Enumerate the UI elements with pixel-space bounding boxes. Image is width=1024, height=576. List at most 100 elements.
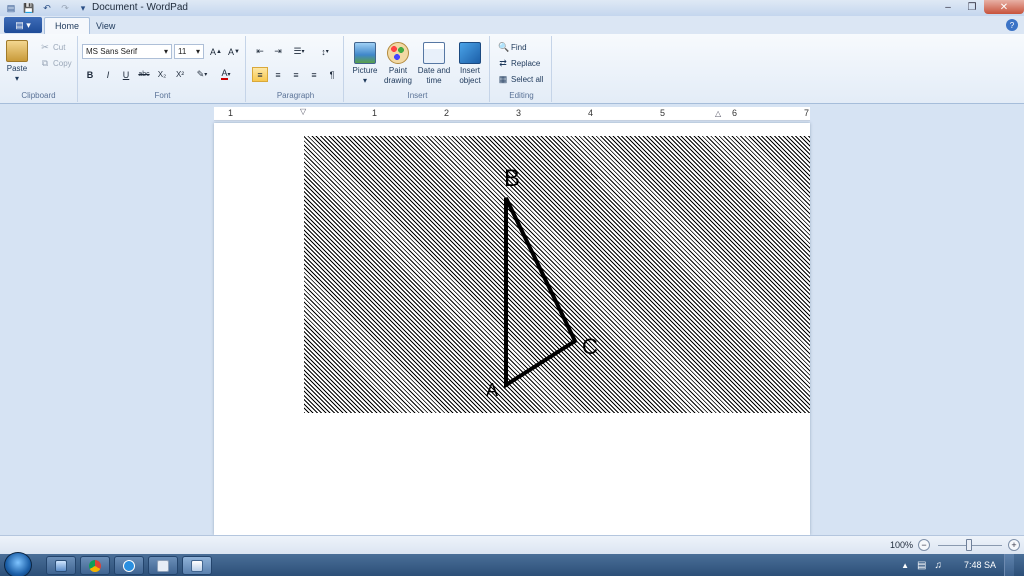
chrome-icon — [89, 559, 101, 572]
ruler-number: 4 — [588, 108, 594, 118]
wordpad-app-icon[interactable]: ▤ — [4, 2, 18, 14]
zoom-in-button[interactable]: + — [1008, 539, 1020, 551]
insert-object-button[interactable]: Insert object — [452, 42, 488, 86]
triangle-drawing: B C A — [486, 165, 598, 400]
highlighter-icon: ✎ — [196, 69, 205, 79]
help-icon[interactable]: ? — [1006, 19, 1018, 31]
font-size-value: 11 — [178, 47, 187, 56]
ribbon-tabs: ▤ ▾ Home View ? — [0, 16, 1024, 34]
font-family-select[interactable]: MS Sans Serif ▾ — [82, 44, 172, 59]
zoom-out-button[interactable]: − — [918, 539, 930, 551]
document-area[interactable]: B C A — [0, 123, 1024, 535]
justify-button[interactable]: ≡ — [306, 67, 322, 82]
vertex-label-c: C — [582, 334, 598, 359]
align-center-button[interactable]: ≡ — [270, 67, 286, 82]
network-icon[interactable]: ▤ — [917, 560, 926, 571]
show-hidden-icons-icon[interactable]: ▲ — [901, 561, 909, 570]
increase-indent-button[interactable]: ⇥ — [270, 44, 286, 59]
replace-icon: ⇄ — [499, 58, 507, 68]
ruler-number: 2 — [444, 108, 450, 118]
tab-home[interactable]: Home — [44, 17, 91, 34]
volume-icon[interactable]: ♫ — [934, 560, 942, 571]
start-button[interactable] — [4, 552, 32, 576]
font-group-label: Font — [154, 91, 171, 100]
text-color-button[interactable]: A ▾ — [216, 67, 236, 82]
redo-icon[interactable]: ↷ — [58, 2, 72, 14]
subscript-button[interactable]: X₂ — [154, 67, 170, 82]
clock[interactable]: 7:48 SA — [964, 560, 996, 570]
paragraph-group: ⇤ ⇥ ☰ ▾ ↕ ▾ ≡ ≡ ≡ ≡ ¶ Paragraph — [248, 36, 344, 102]
superscript-button[interactable]: X² — [172, 67, 188, 82]
maximize-button[interactable]: ❐ — [960, 0, 984, 14]
show-desktop-button[interactable] — [1004, 554, 1014, 576]
save-icon[interactable]: 💾 — [22, 2, 36, 14]
zoom-level: 100% — [890, 540, 914, 550]
paste-label: Paste — [6, 64, 28, 73]
decrease-indent-button[interactable]: ⇤ — [252, 44, 268, 59]
cut-button[interactable]: ✂ Cut — [40, 42, 65, 52]
shrink-font-button[interactable]: A ▼ — [226, 44, 242, 59]
insert-group-label: Insert — [407, 91, 428, 100]
copy-icon: ⧉ — [41, 58, 49, 68]
vertex-label-a: A — [486, 380, 498, 400]
computer-icon — [55, 559, 67, 572]
status-bar: 100% − + — [0, 535, 1024, 554]
picture-button[interactable]: Picture ▾ — [350, 42, 380, 86]
ruler[interactable]: 1 ▽ 1 2 3 4 5 △ 6 7 — [214, 107, 810, 121]
italic-button[interactable]: I — [100, 67, 116, 82]
binoculars-icon: 🔍 — [498, 42, 510, 52]
taskbar-chrome[interactable] — [80, 556, 110, 575]
right-indent-marker[interactable]: △ — [715, 109, 721, 118]
paste-button[interactable]: Paste ▾ — [6, 40, 28, 84]
underline-button[interactable]: U — [118, 67, 134, 82]
replace-button[interactable]: ⇄ Replace — [498, 58, 540, 68]
paragraph-settings-button[interactable]: ¶ — [324, 67, 340, 82]
paint-drawing-label: Paint drawing — [383, 66, 412, 85]
highlight-color-button[interactable]: ✎ ▾ — [192, 67, 212, 82]
tab-view[interactable]: View — [86, 17, 125, 34]
find-button[interactable]: 🔍 Find — [498, 42, 527, 52]
date-time-label: Date and time — [417, 66, 451, 85]
select-all-icon: ▦ — [498, 74, 508, 84]
bullets-button[interactable]: ☰ ▾ — [288, 44, 310, 59]
scissors-icon: ✂ — [41, 42, 49, 52]
insert-object-label: Insert object — [459, 66, 481, 85]
system-tray: ▲ ▤ ♫ 7:48 SA — [901, 554, 1024, 576]
taskbar-wordpad[interactable] — [182, 556, 212, 575]
taskbar-messenger[interactable] — [114, 556, 144, 575]
minimize-button[interactable]: – — [936, 0, 960, 14]
cut-label: Cut — [53, 42, 66, 52]
ruler-number: 1 — [372, 108, 378, 118]
align-left-button[interactable]: ≡ — [252, 67, 268, 82]
customize-icon[interactable]: ▾ — [76, 2, 90, 14]
close-button[interactable]: ✕ — [984, 0, 1024, 14]
paint-drawing-button[interactable]: Paint drawing — [380, 42, 416, 86]
taskbar-notes[interactable] — [148, 556, 178, 575]
strikethrough-button[interactable]: abc — [136, 67, 152, 82]
paste-icon — [6, 40, 28, 62]
bullet-list-icon: ☰ — [293, 46, 302, 56]
increase-indent-icon: ⇥ — [274, 46, 282, 56]
indent-marker[interactable]: ▽ — [300, 107, 306, 116]
document-page[interactable]: B C A — [214, 123, 810, 535]
select-all-button[interactable]: ▦ Select all — [498, 74, 544, 84]
grow-font-button[interactable]: A ▲ — [208, 44, 224, 59]
date-time-button[interactable]: Date and time — [416, 42, 452, 86]
align-right-button[interactable]: ≡ — [288, 67, 304, 82]
undo-icon[interactable]: ↶ — [40, 2, 54, 14]
notes-icon — [157, 559, 169, 572]
chevron-down-icon: ▾ — [163, 47, 168, 56]
ruler-number: 6 — [732, 108, 738, 118]
font-size-select[interactable]: 11 ▾ — [174, 44, 204, 59]
clipboard-group-label: Clipboard — [21, 91, 56, 100]
taskbar-computer[interactable] — [46, 556, 76, 575]
chevron-down-icon: ▾ — [195, 47, 200, 56]
copy-button[interactable]: ⧉ Copy — [40, 58, 72, 68]
embedded-drawing[interactable]: B C A — [304, 136, 810, 413]
bold-button[interactable]: B — [82, 67, 98, 82]
line-spacing-button[interactable]: ↕ ▾ — [314, 44, 336, 59]
editing-group: 🔍 Find ⇄ Replace ▦ Select all Editing — [492, 36, 552, 102]
object-icon — [459, 42, 481, 64]
zoom-slider-thumb[interactable] — [966, 539, 972, 551]
application-menu-button[interactable]: ▤ ▾ — [4, 17, 42, 33]
